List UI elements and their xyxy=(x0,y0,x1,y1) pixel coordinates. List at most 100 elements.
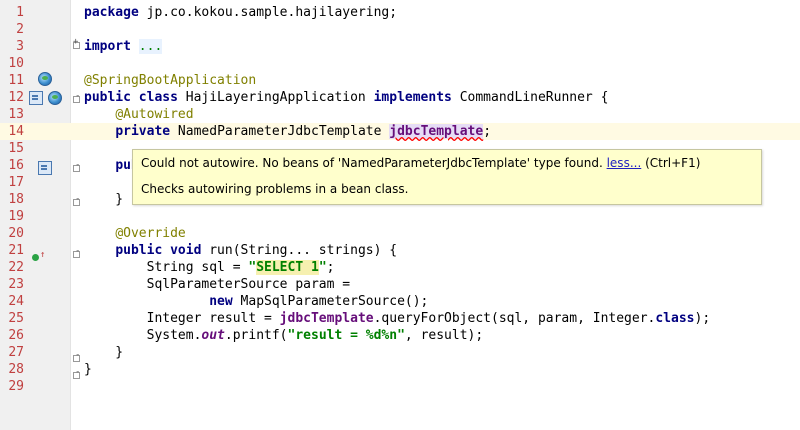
fold-collapse-icon[interactable] xyxy=(73,194,80,206)
code-token: SqlParameterSource param = xyxy=(84,277,351,292)
code-token: out xyxy=(201,328,225,343)
code-line[interactable]: 11 @SpringBootApplication xyxy=(0,72,800,89)
code-text[interactable]: @Autowired xyxy=(84,106,194,123)
code-text[interactable]: System.out.printf("result = %d%n", resul… xyxy=(84,327,484,344)
line-number: 22 xyxy=(8,260,24,275)
code-line[interactable]: 1 package jp.co.kokou.sample.hajilayering… xyxy=(0,4,800,21)
code-line[interactable]: 12 public class HajiLayeringApplication i… xyxy=(0,89,800,106)
code-line[interactable]: 13 @Autowired xyxy=(0,106,800,123)
tooltip-shortcut: (Ctrl+F1) xyxy=(645,156,701,170)
code-text[interactable]: @Override xyxy=(84,225,185,242)
code-token: HajiLayeringApplication xyxy=(177,90,374,105)
code-token: SELECT 1 xyxy=(256,260,319,275)
code-token: CommandLineRunner { xyxy=(451,90,609,105)
tooltip-message: Could not autowire. No beans of 'NamedPa… xyxy=(141,156,603,170)
code-token: "result = %d%n" xyxy=(287,328,405,343)
tooltip-description: Checks autowiring problems in a bean cla… xyxy=(141,182,409,196)
code-line[interactable]: 2 xyxy=(0,21,800,38)
line-number: 21 xyxy=(8,243,24,258)
line-number: 2 xyxy=(16,22,24,37)
code-token: } xyxy=(84,192,124,207)
fold-collapse-icon[interactable] xyxy=(73,91,80,103)
fold-collapse-icon[interactable] xyxy=(73,367,80,379)
code-token: implements xyxy=(373,90,452,105)
fold-collapse-icon[interactable] xyxy=(73,160,80,172)
code-line[interactable]: 26 System.out.printf("result = %d%n", re… xyxy=(0,327,800,344)
code-text[interactable]: } xyxy=(84,361,92,378)
line-number: 19 xyxy=(8,209,24,224)
line-number: 24 xyxy=(8,294,24,309)
line-number: 17 xyxy=(8,175,24,190)
code-text[interactable]: new MapSqlParameterSource(); xyxy=(84,293,428,310)
code-text[interactable]: public void run(String... strings) { xyxy=(84,242,397,259)
code-text[interactable]: } xyxy=(84,191,123,208)
line-number: 1 xyxy=(16,5,24,20)
code-line[interactable]: 25 Integer result = jdbcTemplate.queryFo… xyxy=(0,310,800,327)
spring-bean-icon[interactable] xyxy=(38,72,52,86)
code-token: MapSqlParameterSource(); xyxy=(232,294,429,309)
code-token: NamedParameterJdbcTemplate xyxy=(170,124,390,139)
code-token: , result); xyxy=(404,328,484,343)
line-number: 20 xyxy=(8,226,24,241)
tooltip-message-line: Could not autowire. No beans of 'NamedPa… xyxy=(141,156,700,170)
code-editor[interactable]: 1 package jp.co.kokou.sample.hajilayering… xyxy=(0,0,800,430)
code-line[interactable]: 21 public void run(String... strings) { xyxy=(0,242,800,259)
code-token: ; xyxy=(483,124,492,139)
tooltip-less-link[interactable]: less... xyxy=(607,156,642,170)
code-token: System. xyxy=(84,328,202,343)
code-token: } xyxy=(84,362,92,377)
code-text[interactable]: import ... xyxy=(84,38,163,55)
implemented-interface-icon[interactable] xyxy=(29,91,43,105)
line-number: 25 xyxy=(8,311,24,326)
code-text[interactable]: } xyxy=(84,344,123,361)
code-token: " xyxy=(318,260,327,275)
code-text[interactable]: public class HajiLayeringApplication imp… xyxy=(84,89,608,106)
code-token: .queryForObject(sql, param, Integer. xyxy=(373,311,656,326)
code-line[interactable]: 23 SqlParameterSource param = xyxy=(0,276,800,293)
code-line[interactable]: 14 private NamedParameterJdbcTemplate jd… xyxy=(0,123,800,140)
code-token: @Autowired xyxy=(115,107,194,122)
implemented-interface-icon[interactable] xyxy=(38,161,52,175)
code-text[interactable]: pub xyxy=(84,157,138,174)
line-number: 11 xyxy=(8,73,24,88)
code-line[interactable]: 20 @Override xyxy=(0,225,800,242)
line-number: 27 xyxy=(8,345,24,360)
code-text[interactable]: package jp.co.kokou.sample.hajilayering; xyxy=(84,4,397,21)
spring-bean-icon[interactable] xyxy=(48,91,62,105)
code-token: @SpringBootApplication xyxy=(84,73,257,88)
code-token: .printf( xyxy=(224,328,288,343)
code-line[interactable]: 19 xyxy=(0,208,800,225)
code-text[interactable]: @SpringBootApplication xyxy=(84,72,256,89)
fold-expand-icon[interactable] xyxy=(73,37,80,49)
code-line[interactable]: 10 xyxy=(0,55,800,72)
code-line[interactable]: 3 import ... xyxy=(0,38,800,55)
code-token: ); xyxy=(694,311,711,326)
code-line[interactable]: 29 xyxy=(0,378,800,395)
code-text[interactable]: SqlParameterSource param = xyxy=(84,276,351,293)
override-method-icon[interactable] xyxy=(32,254,39,261)
code-line[interactable]: 22 String sql = "SELECT 1"; xyxy=(0,259,800,276)
code-token: import xyxy=(84,39,131,54)
code-line[interactable]: 24 new MapSqlParameterSource(); xyxy=(0,293,800,310)
code-token: Integer result = xyxy=(84,311,280,326)
line-number: 18 xyxy=(8,192,24,207)
code-text[interactable]: String sql = "SELECT 1"; xyxy=(84,259,334,276)
code-token: new xyxy=(209,294,233,309)
code-line[interactable]: 28} xyxy=(0,361,800,378)
code-text[interactable]: Integer result = jdbcTemplate.queryForOb… xyxy=(84,310,711,327)
code-token: public void xyxy=(115,243,202,258)
line-number: 28 xyxy=(8,362,24,377)
code-token: } xyxy=(84,345,124,360)
fold-collapse-icon[interactable] xyxy=(73,246,80,258)
inspection-tooltip: Could not autowire. No beans of 'NamedPa… xyxy=(132,149,762,205)
fold-collapse-icon[interactable] xyxy=(73,350,80,362)
override-arrow-icon: ↑ xyxy=(40,250,46,260)
code-text[interactable]: private NamedParameterJdbcTemplate jdbcT… xyxy=(84,123,491,140)
code-line[interactable]: 27 } xyxy=(0,344,800,361)
code-token: ; xyxy=(326,260,335,275)
